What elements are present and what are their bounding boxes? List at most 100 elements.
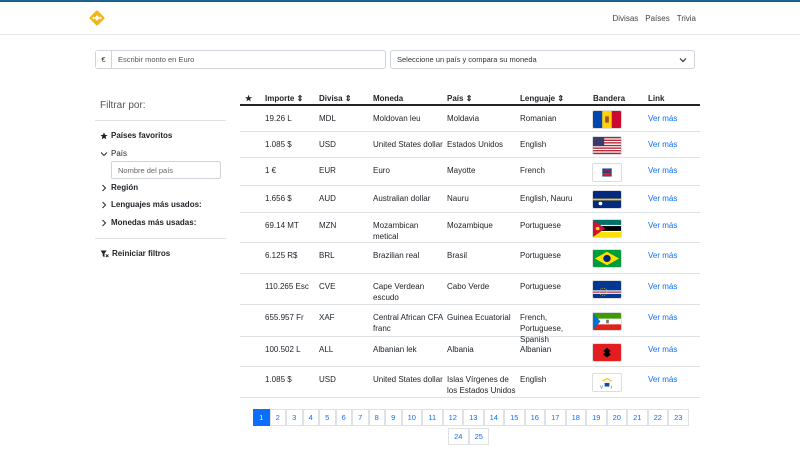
country-compare-select[interactable]: Seleccione un país y compara su moneda — [390, 50, 695, 69]
page-button-4[interactable]: 4 — [302, 409, 319, 426]
page-button-21[interactable]: 21 — [627, 409, 648, 426]
filter-favorites[interactable]: Países favoritos — [100, 131, 172, 140]
flag-moldova-image — [592, 110, 622, 129]
amount-input[interactable] — [112, 51, 385, 68]
currency-table: ★ Importe ⇕ Divisa ⇕ Moneda País ⇕ Lengu… — [240, 92, 700, 398]
amount-cell: 1.085 $ — [265, 140, 292, 149]
ver-mas-link[interactable]: Ver más — [648, 220, 677, 231]
filter-languages-label: Lenguajes más usados: — [111, 200, 202, 209]
page-button-2[interactable]: 2 — [269, 409, 286, 426]
chevron-right-icon — [102, 201, 107, 208]
nav-divisas[interactable]: Divisas — [612, 14, 638, 23]
th-language[interactable]: Lenguaje ⇕ — [520, 94, 564, 103]
page-button-1[interactable]: 1 — [253, 409, 270, 426]
page-button-19[interactable]: 19 — [586, 409, 607, 426]
amount-cell: 110.265 Esc — [265, 282, 309, 291]
ver-mas-link[interactable]: Ver más — [648, 113, 677, 124]
currency-name-cell: Moldovan leu — [373, 114, 421, 123]
flag-mayotte-image — [592, 163, 622, 182]
page-button-14[interactable]: 14 — [483, 409, 504, 426]
page-button-13[interactable]: 13 — [463, 409, 484, 426]
currency-name-cell: Cape Verdean escudo — [373, 282, 425, 302]
language-cell: Portuguese — [520, 221, 561, 230]
country-name-input[interactable] — [111, 161, 221, 179]
reset-filters-label: Reiniciar filtros — [112, 249, 171, 258]
page-button-5[interactable]: 5 — [319, 409, 336, 426]
country-cell: Brasil — [447, 251, 468, 260]
page-button-17[interactable]: 17 — [545, 409, 566, 426]
reset-filters-button[interactable]: Reiniciar filtros — [100, 249, 170, 258]
page-button-22[interactable]: 22 — [647, 409, 668, 426]
language-cell: Portuguese — [520, 282, 561, 291]
country-cell: Albania — [447, 345, 474, 354]
ver-mas-link[interactable]: Ver más — [648, 250, 677, 261]
currency-code-cell: USD — [319, 140, 336, 149]
ver-mas-link[interactable]: Ver más — [648, 281, 677, 292]
search-row: € Seleccione un país y compara su moneda — [95, 50, 695, 69]
currency-name-cell: Albanian lek — [373, 345, 417, 354]
filter-region-label: Región — [111, 183, 139, 192]
ver-mas-link[interactable]: Ver más — [648, 139, 677, 150]
currency-name-cell: Australian dollar — [373, 194, 431, 203]
filter-languages-toggle[interactable]: Lenguajes más usados: — [100, 200, 202, 209]
th-favorite[interactable]: ★ — [245, 94, 252, 103]
nav-trivia[interactable]: Trivia — [677, 14, 696, 23]
flag-nauru-image — [592, 190, 622, 209]
star-icon — [100, 131, 108, 139]
page-button-3[interactable]: 3 — [286, 409, 303, 426]
page-button-16[interactable]: 16 — [524, 409, 545, 426]
ver-mas-link[interactable]: Ver más — [648, 344, 677, 355]
filter-country-toggle[interactable]: País — [100, 149, 127, 158]
table-row: 69.14 MT MZN Mozambican metical Mozambique P… — [240, 213, 700, 243]
page-button-23[interactable]: 23 — [668, 409, 689, 426]
page-button-9[interactable]: 9 — [385, 409, 402, 426]
page-button-6[interactable]: 6 — [335, 409, 352, 426]
nav-paises[interactable]: Países — [645, 14, 669, 23]
amount-cell: 1.085 $ — [265, 375, 292, 384]
th-link: Link — [648, 94, 665, 103]
chevron-down-icon — [679, 58, 687, 63]
amount-cell: 6.125 R$ — [265, 251, 298, 260]
ver-mas-link[interactable]: Ver más — [648, 165, 677, 176]
filter-currencies-toggle[interactable]: Monedas más usadas: — [100, 218, 196, 227]
language-cell: English — [520, 375, 547, 384]
divider — [95, 120, 226, 121]
currency-code-cell: ALL — [319, 345, 334, 354]
filter-region-toggle[interactable]: Región — [100, 183, 138, 192]
language-cell: French — [520, 166, 545, 175]
currency-code-cell: MDL — [319, 114, 336, 123]
ver-mas-link[interactable]: Ver más — [648, 312, 677, 323]
flag-mozambique-image — [592, 219, 622, 238]
th-currency[interactable]: Divisa ⇕ — [319, 94, 352, 103]
flag-brazil-image — [592, 249, 622, 268]
filter-country-label: País — [111, 149, 128, 158]
th-country[interactable]: País ⇕ — [447, 94, 472, 103]
filter-favorites-label: Países favoritos — [111, 131, 173, 140]
ver-mas-link[interactable]: Ver más — [648, 193, 677, 204]
table-row: 100.502 L ALL Albanian lek Albania Albanian V… — [240, 337, 700, 367]
page-button-12[interactable]: 12 — [442, 409, 463, 426]
currency-code-cell: USD — [319, 375, 336, 384]
th-amount[interactable]: Importe ⇕ — [265, 94, 303, 103]
main-nav: Divisas Países Trivia — [612, 14, 696, 23]
page-button-18[interactable]: 18 — [565, 409, 586, 426]
page-button-7[interactable]: 7 — [352, 409, 369, 426]
page-button-20[interactable]: 20 — [606, 409, 627, 426]
language-cell: English — [520, 140, 547, 149]
th-flag: Bandera — [593, 94, 626, 103]
sort-icon: ⇕ — [557, 94, 565, 103]
table-row: 110.265 Esc CVE Cape Verdean escudo Cabo Ve… — [240, 274, 700, 305]
th-language-label: Lenguaje — [520, 94, 556, 103]
page-button-15[interactable]: 15 — [504, 409, 525, 426]
page-button-11[interactable]: 11 — [422, 409, 443, 426]
logo-icon[interactable] — [89, 10, 105, 26]
ver-mas-link[interactable]: Ver más — [648, 374, 677, 385]
language-cell: Albanian — [520, 345, 552, 354]
page-button-8[interactable]: 8 — [368, 409, 385, 426]
page-button-10[interactable]: 10 — [401, 409, 422, 426]
page-button-25[interactable]: 25 — [468, 428, 489, 445]
page-button-24[interactable]: 24 — [448, 428, 469, 445]
country-cell: Estados Unidos — [447, 140, 504, 149]
table-body: 19.26 L MDL Moldovan leu Moldavia Romanian Ve… — [240, 106, 700, 398]
country-cell: Islas Vírgenes de los Estados Unidos — [447, 375, 516, 395]
